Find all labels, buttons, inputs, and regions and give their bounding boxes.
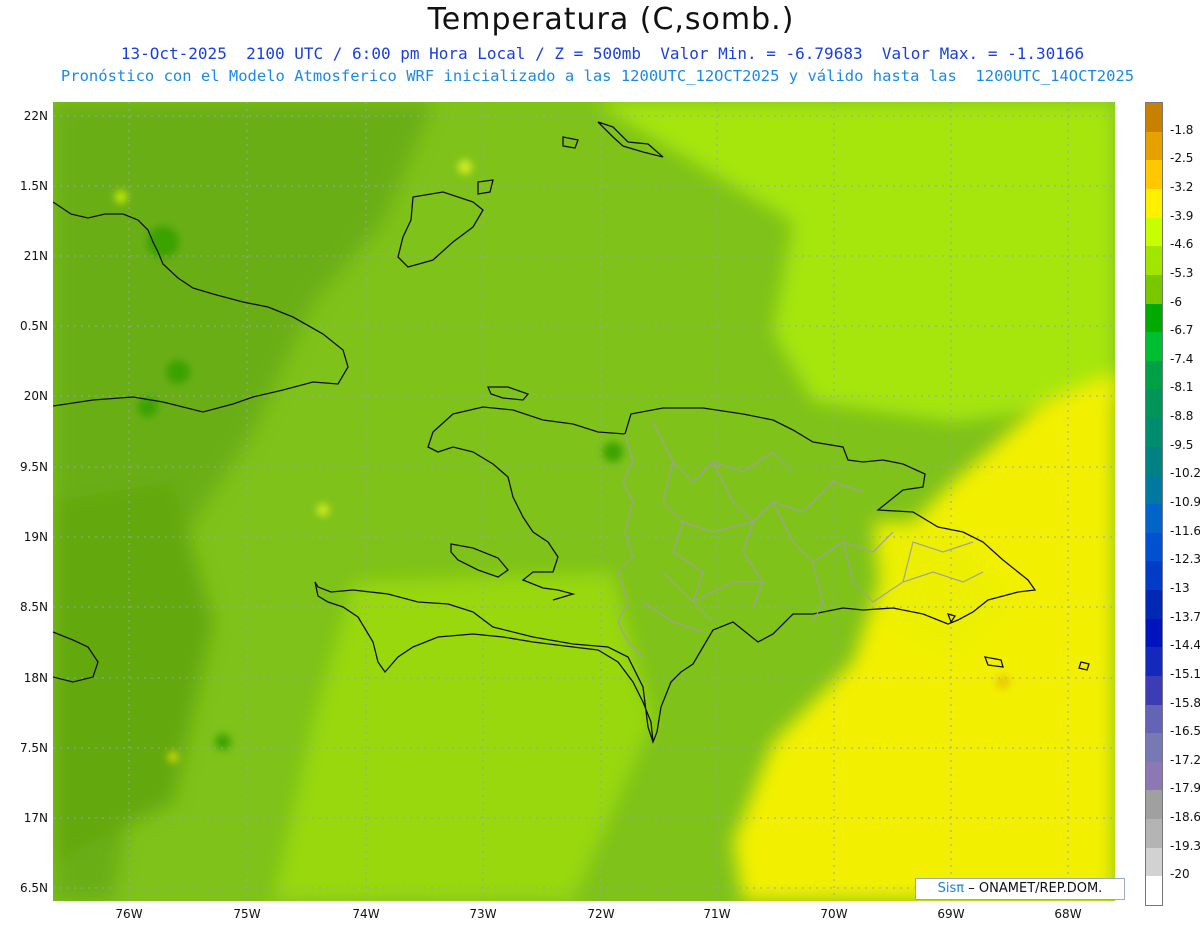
lon-label: 69W (937, 907, 965, 921)
colorbar-segment (1146, 675, 1162, 705)
colorbar-tick-label: -3.9 (1170, 208, 1194, 223)
colorbar-segment (1146, 246, 1162, 276)
colorbar-segment (1146, 733, 1162, 763)
colorbar-tick-label: -10.9 (1170, 495, 1200, 509)
colorbar-tick-label: -11.6 (1170, 523, 1200, 538)
colorbar-tick-label: -4.6 (1170, 237, 1194, 252)
colorbar-tick-label: -15.1 (1170, 666, 1200, 681)
colorbar-segment (1146, 418, 1162, 448)
lat-label: 7.5N (19, 741, 48, 755)
colorbar-tick-label: -8.8 (1170, 409, 1194, 424)
colorbar-segment (1146, 704, 1162, 734)
colorbar-segment (1146, 532, 1162, 562)
colorbar-segment (1146, 561, 1162, 591)
lat-label: 6.5N (19, 881, 48, 895)
colorbar-segment (1146, 761, 1162, 791)
colorbar-tick-label: -7.4 (1170, 351, 1194, 366)
colorbar-segment (1146, 876, 1162, 906)
lat-label: 1.5N (19, 179, 48, 193)
colorbar-segment (1146, 303, 1162, 333)
colorbar (1145, 102, 1163, 906)
colorbar-segment (1146, 847, 1162, 877)
lon-label: 71W (703, 907, 731, 921)
colorbar-tick-label: -13.7 (1170, 609, 1200, 624)
colorbar-tick-label: -8.1 (1170, 380, 1194, 395)
colorbar-segment (1146, 790, 1162, 820)
lon-label: 68W (1054, 907, 1082, 921)
colorbar-tick-label: -3.2 (1170, 179, 1194, 194)
colorbar-tick-label: -15.8 (1170, 695, 1200, 710)
colorbar-segment (1146, 819, 1162, 849)
lon-label: 70W (820, 907, 848, 921)
lat-label: 18N (23, 671, 48, 685)
colorbar-tick-label: -17.9 (1170, 781, 1200, 796)
colorbar-segment (1146, 360, 1162, 390)
colorbar-segment (1146, 589, 1162, 620)
colorbar-segment (1146, 389, 1162, 419)
colorbar-tick-label: -10.2 (1170, 466, 1200, 481)
colorbar-tick-label: -19.3 (1170, 838, 1200, 853)
colorbar-segment (1146, 504, 1162, 534)
lon-label: 75W (233, 907, 261, 921)
colorbar-tick-label: -12.3 (1170, 552, 1200, 567)
colorbar-segment (1146, 131, 1162, 161)
lat-label: 9.5N (19, 460, 48, 474)
colorbar-segment (1146, 332, 1162, 362)
colorbar-segment (1146, 647, 1162, 677)
colorbar-segment (1146, 618, 1162, 648)
lon-label: 74W (352, 907, 380, 921)
lat-label: 17N (23, 811, 48, 825)
colorbar-tick-label: -9.5 (1170, 437, 1194, 452)
lat-label: 19N (23, 530, 48, 544)
colorbar-tick-label: -5.3 (1170, 265, 1194, 280)
lat-label: 0.5N (19, 319, 48, 333)
subtitle-model-info: Pronóstico con el Modelo Atmosferico WRF… (60, 67, 1135, 85)
lat-label: 8.5N (19, 600, 48, 614)
colorbar-tick-label: -18.6 (1170, 810, 1200, 825)
lat-label: 21N (23, 249, 48, 263)
colorbar-segment (1146, 475, 1162, 505)
colorbar-tick-label: -16.5 (1170, 724, 1200, 739)
colorbar-segment (1146, 160, 1162, 190)
colorbar-segment (1146, 274, 1162, 304)
temperature-map (53, 102, 1115, 901)
lon-label: 72W (587, 907, 615, 921)
lat-label: 22N (23, 109, 48, 123)
colorbar-tick-label: -6.7 (1170, 323, 1194, 338)
colorbar-tick-label: -13 (1170, 580, 1190, 595)
colorbar-tick-label: -6 (1170, 294, 1182, 309)
credit-text: – ONAMET/REP.DOM. (968, 881, 1103, 896)
colorbar-tick-label: -20 (1170, 867, 1190, 882)
colorbar-segment (1146, 446, 1162, 476)
colorbar-tick-label: -2.5 (1170, 151, 1194, 166)
lon-label: 76W (115, 907, 143, 921)
lon-label: 73W (469, 907, 497, 921)
map-title: Temperatura (C,somb.) (427, 2, 795, 37)
credit-brand: Sisπ (937, 881, 965, 896)
colorbar-tick-label: -1.8 (1170, 122, 1194, 137)
subtitle-date-values: 13-Oct-2025 2100 UTC / 6:00 pm Hora Loca… (120, 44, 1085, 63)
credit-box: Sisπ – ONAMET/REP.DOM. (915, 878, 1125, 900)
colorbar-segment (1146, 188, 1162, 219)
lat-label: 20N (23, 389, 48, 403)
colorbar-tick-label: -17.2 (1170, 752, 1200, 767)
colorbar-segment (1146, 103, 1162, 133)
colorbar-segment (1146, 217, 1162, 247)
colorbar-tick-label: -14.4 (1170, 638, 1200, 653)
